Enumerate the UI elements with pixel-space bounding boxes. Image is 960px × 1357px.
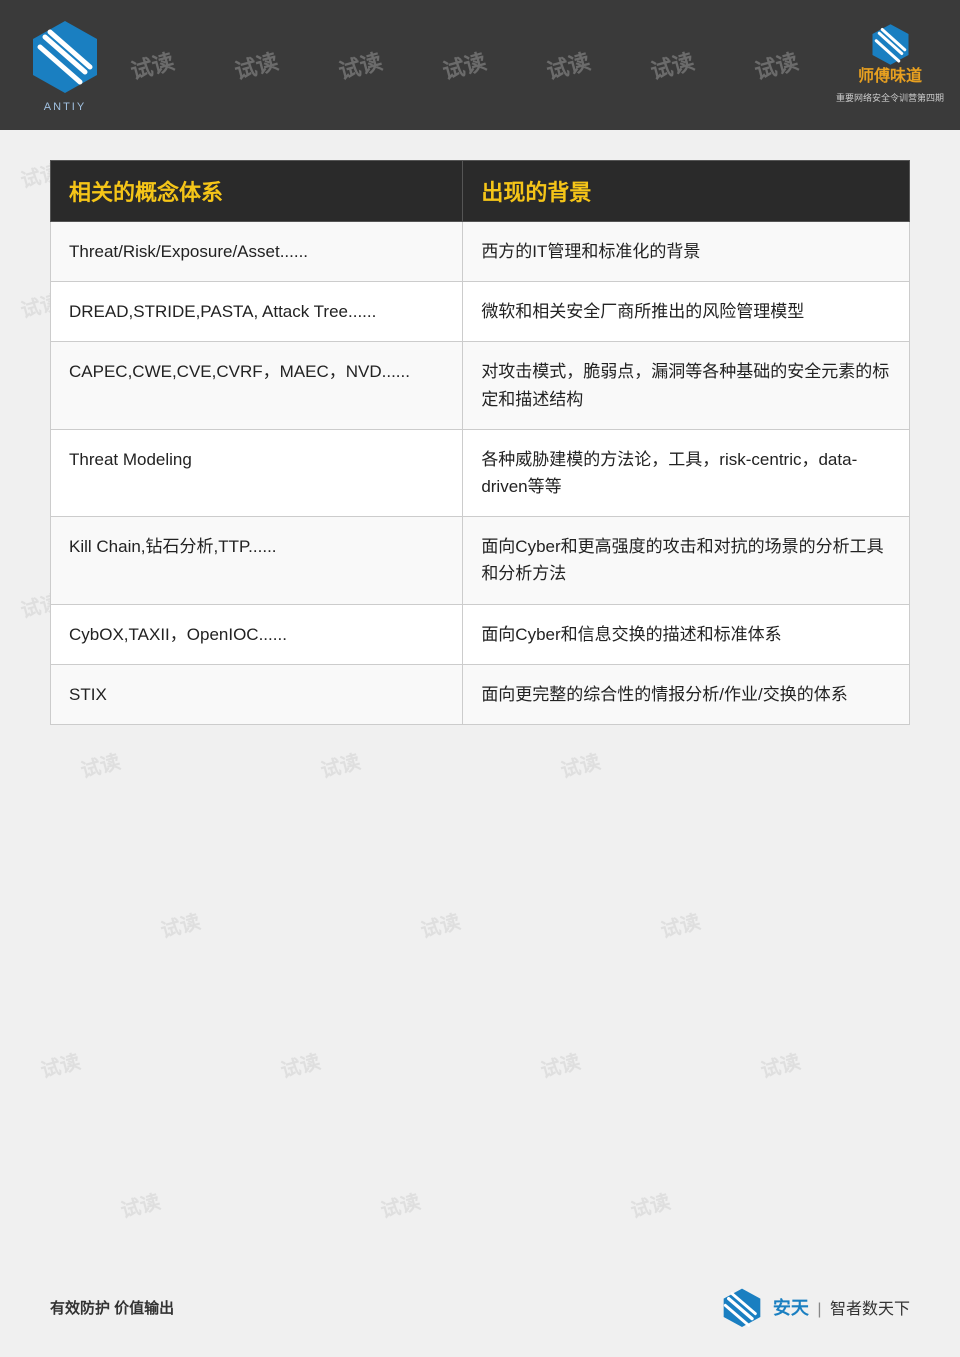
table-row: CybOX,TAXII，OpenIOC......面向Cyber和信息交换的描述… (51, 604, 910, 664)
footer-brand-sub: 智者数天下 (830, 1301, 910, 1318)
header-wm-3: 试读 (335, 44, 386, 86)
top-right-logo: 师傅味道 重要网络安全令训营第四期 (830, 8, 950, 118)
table-cell-right-4: 面向Cyber和更高强度的攻击和对抗的场景的分析工具和分析方法 (463, 517, 910, 604)
col1-header: 相关的概念体系 (51, 161, 463, 222)
footer: 有效防护 价值输出 安天 | 智者数天下 (50, 1287, 910, 1327)
table-cell-left-0: Threat/Risk/Exposure/Asset...... (51, 222, 463, 282)
table-row: STIX面向更完整的综合性的情报分析/作业/交换的体系 (51, 664, 910, 724)
main-content: 相关的概念体系 出现的背景 Threat/Risk/Exposure/Asset… (50, 160, 910, 725)
page-wm-21: 试读 (557, 745, 603, 783)
page-wm-30: 试读 (377, 1185, 423, 1223)
logo-hexagon (25, 17, 105, 97)
page-wm-24: 试读 (657, 905, 703, 943)
footer-right: 安天 | 智者数天下 (717, 1287, 910, 1327)
header-wm-1: 试读 (130, 44, 177, 86)
page-wm-31: 试读 (627, 1185, 673, 1223)
table-cell-right-6: 面向更完整的综合性的情报分析/作业/交换的体系 (463, 664, 910, 724)
page-wm-25: 试读 (37, 1045, 83, 1083)
table-row: DREAD,STRIDE,PASTA, Attack Tree......微软和… (51, 282, 910, 342)
table-row: Threat/Risk/Exposure/Asset......西方的IT管理和… (51, 222, 910, 282)
table-cell-left-5: CybOX,TAXII，OpenIOC...... (51, 604, 463, 664)
table-cell-left-3: Threat Modeling (51, 429, 463, 516)
table-cell-left-6: STIX (51, 664, 463, 724)
table-cell-left-2: CAPEC,CWE,CVE,CVRF，MAEC，NVD...... (51, 342, 463, 429)
header-wm-7: 试读 (751, 44, 802, 86)
page-wm-29: 试读 (117, 1185, 163, 1223)
col2-header: 出现的背景 (463, 161, 910, 222)
footer-logo-icon (717, 1287, 767, 1327)
header: ANTIY 试读 试读 试读 试读 试读 试读 试读 师傅味道 重要网络安全令训… (0, 0, 960, 130)
footer-pipe: | (817, 1301, 821, 1318)
antiy-label: ANTIY (44, 101, 86, 113)
footer-antiy: 安天 (773, 1298, 809, 1318)
header-wm-6: 试读 (647, 44, 698, 86)
page-wm-23: 试读 (417, 905, 463, 943)
table-row: CAPEC,CWE,CVE,CVRF，MAEC，NVD......对攻击模式，脆… (51, 342, 910, 429)
top-right-brand-text: 师傅味道 (858, 67, 922, 88)
header-wm-2: 试读 (231, 44, 282, 86)
table-cell-left-1: DREAD,STRIDE,PASTA, Attack Tree...... (51, 282, 463, 342)
table-cell-right-2: 对攻击模式，脆弱点，漏洞等各种基础的安全元素的标定和描述结构 (463, 342, 910, 429)
header-wm-4: 试读 (439, 44, 490, 86)
table-cell-right-5: 面向Cyber和信息交换的描述和标准体系 (463, 604, 910, 664)
page-wm-28: 试读 (757, 1045, 803, 1083)
top-right-icon (868, 22, 913, 67)
top-right-sub-text: 重要网络安全令训营第四期 (836, 91, 944, 104)
table-row: Kill Chain,钻石分析,TTP......面向Cyber和更高强度的攻击… (51, 517, 910, 604)
page-wm-20: 试读 (317, 745, 363, 783)
header-wm-5: 试读 (543, 44, 594, 86)
page-wm-19: 试读 (77, 745, 123, 783)
table-row: Threat Modeling各种威胁建模的方法论，工具，risk-centri… (51, 429, 910, 516)
page-wm-22: 试读 (157, 905, 203, 943)
table-cell-left-4: Kill Chain,钻石分析,TTP...... (51, 517, 463, 604)
page-wm-26: 试读 (277, 1045, 323, 1083)
page-wm-27: 试读 (537, 1045, 583, 1083)
table-cell-right-1: 微软和相关安全厂商所推出的风险管理模型 (463, 282, 910, 342)
footer-left-text: 有效防护 价值输出 (50, 1297, 174, 1318)
concept-table: 相关的概念体系 出现的背景 Threat/Risk/Exposure/Asset… (50, 160, 910, 725)
table-cell-right-0: 西方的IT管理和标准化的背景 (463, 222, 910, 282)
table-cell-right-3: 各种威胁建模的方法论，工具，risk-centric，data-driven等等 (463, 429, 910, 516)
footer-brand-main: 安天 | 智者数天下 (773, 1294, 910, 1320)
logo-area: ANTIY (0, 0, 130, 130)
